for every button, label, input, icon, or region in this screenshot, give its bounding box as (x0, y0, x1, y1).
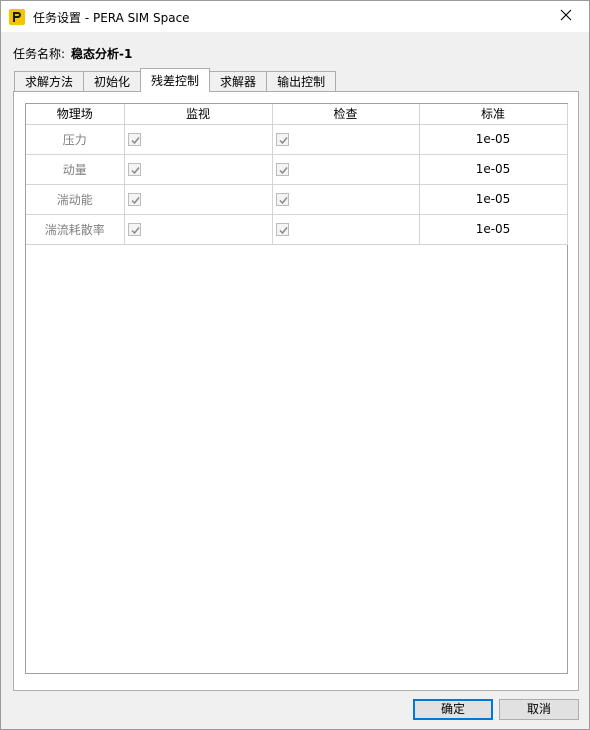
window-title: 任务设置 - PERA SIM Space (33, 11, 190, 25)
monitor-checkbox[interactable] (127, 163, 141, 176)
title-bar: 任务设置 - PERA SIM Space (1, 1, 589, 32)
criterion-cell[interactable]: 1e-05 (419, 214, 568, 245)
header-check[interactable]: 检查 (272, 104, 420, 125)
check-cell (272, 124, 420, 155)
check-checkbox[interactable] (275, 193, 289, 206)
physics-field-cell: 湍流耗散率 (26, 214, 125, 245)
criterion-cell[interactable]: 1e-05 (419, 184, 568, 215)
check-checkbox[interactable] (275, 133, 289, 146)
check-checkbox[interactable] (275, 163, 289, 176)
monitor-cell (124, 154, 273, 185)
residual-control-panel: 物理场 监视 检查 标准 压力 1e-05 动量 1e-05 湍动能 1e-05 湍流耗散率… (13, 91, 579, 691)
table-header-row: 物理场 监视 检查 标准 (26, 104, 568, 125)
tab-residual-control[interactable]: 残差控制 (140, 68, 211, 92)
tab-solve-method[interactable]: 求解方法 (14, 71, 85, 92)
physics-field-cell: 压力 (26, 124, 125, 155)
monitor-cell (124, 214, 273, 245)
criterion-cell[interactable]: 1e-05 (419, 124, 568, 155)
monitor-checkbox[interactable] (127, 193, 141, 206)
tab-output-control[interactable]: 输出控制 (266, 71, 337, 92)
task-name-value: 稳态分析-1 (71, 47, 133, 61)
pera-logo-icon (9, 9, 25, 25)
residual-table: 物理场 监视 检查 标准 压力 1e-05 动量 1e-05 湍动能 1e-05 湍流耗散率… (25, 103, 568, 674)
monitor-cell (124, 124, 273, 155)
criterion-cell[interactable]: 1e-05 (419, 154, 568, 185)
table-row: 压力 1e-05 (26, 124, 568, 155)
header-criterion[interactable]: 标准 (419, 104, 568, 125)
check-cell (272, 214, 420, 245)
task-settings-dialog: 任务设置 - PERA SIM Space 任务名称: 稳态分析-1 求解方法 初… (0, 0, 590, 730)
close-button[interactable] (543, 1, 589, 32)
check-cell (272, 184, 420, 215)
table-row: 湍动能 1e-05 (26, 184, 568, 215)
monitor-cell (124, 184, 273, 215)
task-name-label: 任务名称: (13, 47, 66, 61)
tab-strip: 求解方法 初始化 残差控制 求解器 输出控制 (14, 68, 337, 92)
check-cell (272, 154, 420, 185)
monitor-checkbox[interactable] (127, 133, 141, 146)
header-physics-field[interactable]: 物理场 (26, 104, 125, 125)
table-row: 湍流耗散率 1e-05 (26, 214, 568, 245)
tab-solver[interactable]: 求解器 (209, 71, 268, 92)
monitor-checkbox[interactable] (127, 223, 141, 236)
cancel-button[interactable]: 取消 (499, 699, 579, 720)
physics-field-cell: 动量 (26, 154, 125, 185)
physics-field-cell: 湍动能 (26, 184, 125, 215)
check-checkbox[interactable] (275, 223, 289, 236)
ok-button[interactable]: 确定 (413, 699, 493, 720)
header-monitor[interactable]: 监视 (124, 104, 273, 125)
table-row: 动量 1e-05 (26, 154, 568, 185)
close-icon (560, 9, 572, 24)
tab-initialization[interactable]: 初始化 (83, 71, 142, 92)
task-name-row: 任务名称: 稳态分析-1 (13, 45, 132, 62)
